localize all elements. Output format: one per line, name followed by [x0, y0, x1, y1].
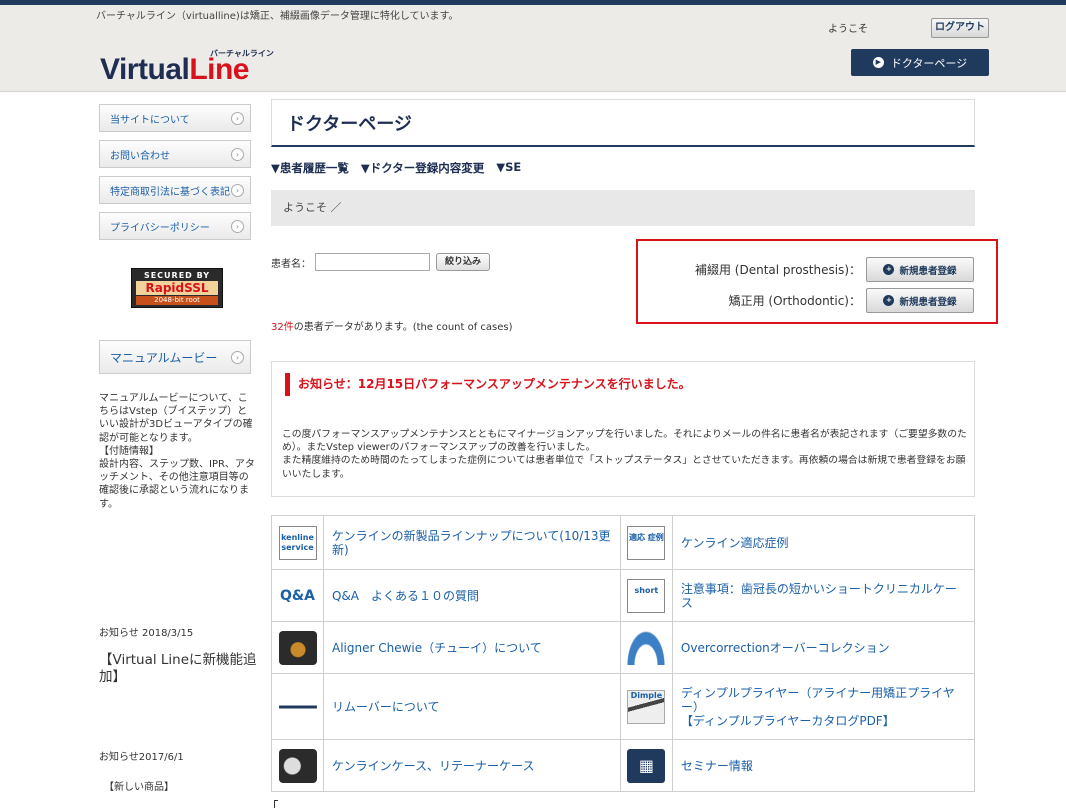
subnav-doctor-edit[interactable]: ▼ドクター登録内容変更 [361, 160, 484, 176]
lock-icon: RapidSSL [136, 281, 218, 295]
link-seminar[interactable]: セミナー情報 [671, 739, 976, 792]
link-adaptation-cases[interactable]: ケンライン適応症例 [671, 515, 976, 570]
page-title: ドクターページ [271, 99, 975, 147]
sub-navigation: ▼患者履歴一覧 ▼ドクター登録内容変更 ▼SE [271, 160, 521, 176]
manual-description: マニュアルムービーについて、こちらはVstep（ブイステップ）といい設計が3Dビ… [99, 393, 255, 510]
adaptation-case-icon[interactable]: 適応 症例 [627, 525, 666, 560]
patient-name-label: 患者名： [271, 258, 311, 270]
site-logo[interactable]: VirtualLine [100, 53, 249, 87]
kenline-service-icon[interactable]: kenline service [278, 525, 317, 560]
welcome-bar: ようこそ ／ [271, 190, 975, 226]
register-orthodontic-button[interactable]: + 新規患者登録 [866, 288, 974, 313]
doctor-page-button[interactable]: ▶ ドクターページ [851, 49, 989, 76]
link-row: kenline service ケンラインの新製品ラインナップについて(10/1… [271, 515, 976, 570]
link-short-clinical[interactable]: 注意事項：歯冠長の短かいショートクリニカルケース [671, 569, 976, 622]
news-title[interactable]: 【Virtual Lineに新機能追加】 [99, 652, 257, 686]
chevron-right-icon: › [231, 147, 244, 161]
register-row-orthodontic: 矯正用 (Orthodontic)： + 新規患者登録 [729, 288, 974, 313]
patient-filter: 患者名： 絞り込み [271, 253, 491, 271]
site-description: バーチャルライン（virtualline)は矯正、補綴画像データ管理に特化してい… [96, 11, 459, 22]
case-retainer-icon[interactable] [278, 748, 317, 783]
plus-icon: + [883, 264, 895, 275]
link-overcorrection[interactable]: Overcorrectionオーバーコレクション [671, 621, 976, 674]
footer-corner [274, 800, 278, 808]
subnav-se[interactable]: ▼SE [496, 160, 521, 176]
seminar-icon[interactable]: ▦ [627, 748, 666, 783]
dental-arch-icon[interactable] [627, 630, 666, 665]
link-row: ケンラインケース、リテーナーケース ▦ セミナー情報 [271, 739, 976, 792]
link-chewie[interactable]: Aligner Chewie（チューイ）について [323, 621, 621, 674]
logout-button[interactable]: ログアウト [931, 18, 989, 38]
register-prosthesis-button[interactable]: + 新規患者登録 [866, 257, 974, 282]
welcome-text: ようこそ [828, 24, 868, 35]
dimple-plier-icon[interactable]: Dimple [627, 689, 666, 724]
remover-icon[interactable] [278, 689, 317, 724]
chevron-right-icon: › [231, 111, 244, 125]
sidebar-item-commerce-law[interactable]: 特定商取引法に基づく表記 › [99, 176, 251, 204]
case-count: 32件の患者データがあります。(the count of cases) [271, 322, 513, 333]
link-row: Aligner Chewie（チューイ）について Overcorrectionオ… [271, 621, 976, 674]
notice-box: お知らせ：12月15日パフォーマンスアップメンテナンスを行いました。 この度パフ… [271, 361, 975, 497]
link-dimple-plier[interactable]: ディンプルプライヤー（アライナー用矯正プライヤー） 【ディンプルプライヤーカタロ… [671, 673, 976, 740]
register-row-prosthesis: 補綴用 (Dental prosthesis)： + 新規患者登録 [695, 257, 974, 282]
link-row: Q&A Q&A よくある１０の質問 short 注意事項：歯冠長の短かいショート… [271, 569, 976, 622]
plus-icon: + [883, 295, 895, 306]
chevron-right-icon: › [231, 219, 244, 233]
patient-name-input[interactable] [315, 253, 430, 271]
subnav-patient-history[interactable]: ▼患者履歴一覧 [271, 160, 349, 176]
notice-title: お知らせ：12月15日パフォーマンスアップメンテナンスを行いました。 [285, 373, 691, 396]
sidebar-menu: 当サイトについて › お問い合わせ › 特定商取引法に基づく表記 › プライバシーポリ… [99, 104, 251, 248]
sidebar-item-privacy[interactable]: プライバシーポリシー › [99, 212, 251, 240]
link-cases[interactable]: ケンラインケース、リテーナーケース [323, 739, 621, 792]
link-remover[interactable]: リムーバーについて [323, 673, 621, 740]
header: バーチャルライン（virtualline)は矯正、補綴画像データ管理に特化してい… [0, 0, 1066, 92]
chevron-right-icon: › [231, 350, 244, 364]
short-clinical-icon[interactable]: short [627, 578, 666, 613]
link-faq[interactable]: Q&A よくある１０の質問 [323, 569, 621, 622]
news-title[interactable]: 【新しい商品】 [104, 778, 174, 793]
chevron-right-icon: ▶ [872, 57, 884, 68]
manual-movie-button[interactable]: マニュアルムービー › [99, 340, 251, 374]
sidebar-item-contact[interactable]: お問い合わせ › [99, 140, 251, 168]
notice-body: この度パフォーマンスアップメンテナンスとともにマイナージョンアップを行いました。… [282, 429, 967, 480]
sidebar-item-about[interactable]: 当サイトについて › [99, 104, 251, 132]
chewie-icon[interactable] [278, 630, 317, 665]
link-row: リムーバーについて Dimple ディンプルプライヤー（アライナー用矯正プライヤ… [271, 673, 976, 740]
ssl-badge[interactable]: SECURED BY RapidSSL 2048-bit root [131, 268, 223, 308]
chevron-right-icon: › [231, 183, 244, 197]
link-table: kenline service ケンラインの新製品ラインナップについて(10/1… [271, 515, 976, 792]
filter-button[interactable]: 絞り込み [436, 253, 491, 271]
news-date: お知らせ 2018/3/15 [99, 628, 194, 639]
link-new-products[interactable]: ケンラインの新製品ラインナップについて(10/13更新) [323, 515, 621, 570]
register-panel: 補綴用 (Dental prosthesis)： + 新規患者登録 矯正用 (Or… [636, 239, 998, 324]
news-date: お知らせ2017/6/1 [99, 752, 184, 763]
qa-icon[interactable]: Q&A [279, 579, 317, 613]
